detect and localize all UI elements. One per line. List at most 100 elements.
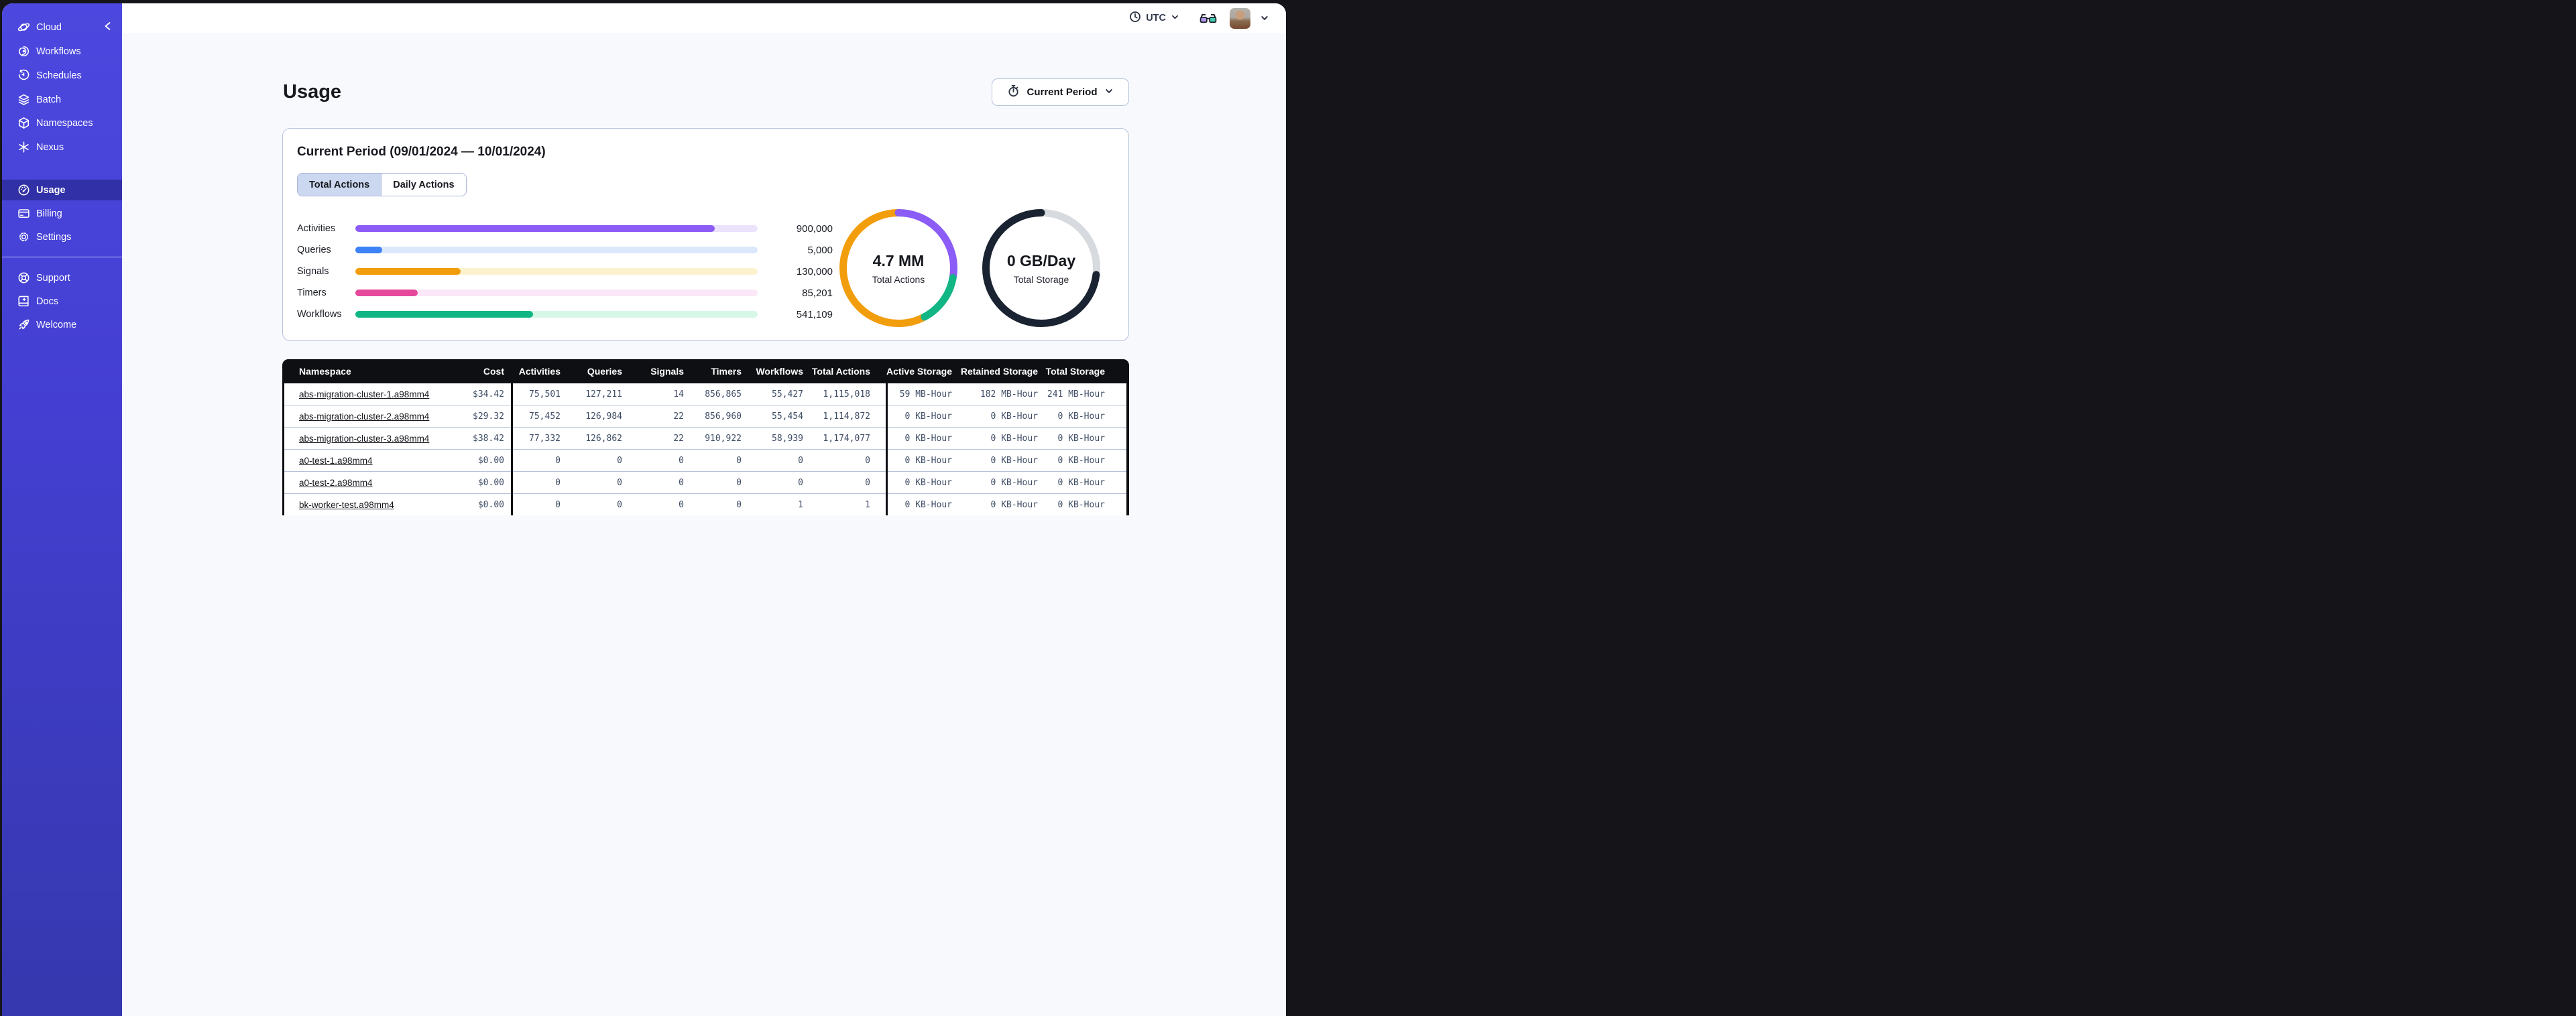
table-cell: 126,984 (585, 411, 622, 422)
column-header-queries: Queries (587, 366, 622, 377)
table-row: abs-migration-cluster-3.a98mm4 $38.42 77,3… (284, 427, 1126, 449)
table-cell: 0 (617, 499, 622, 510)
table-cell: 22 (673, 411, 684, 422)
namespace-link[interactable]: abs-migration-cluster-3.a98mm4 (299, 434, 429, 444)
actions-tab-group: Total Actions Daily Actions (297, 173, 467, 196)
bar-track (355, 225, 758, 232)
bar-row-activities: Activities 900,000 (297, 218, 833, 239)
sidebar-item-label: Schedules (36, 70, 82, 81)
table-cell: 0 (617, 455, 622, 466)
sidebar-item-billing[interactable]: Billing (2, 203, 122, 224)
table-vertical-divider (511, 383, 513, 515)
table-cell: 0 (617, 477, 622, 488)
sidebar-item-label: Workflows (36, 46, 81, 57)
sidebar-item-docs[interactable]: Docs (2, 291, 122, 312)
namespace-link[interactable]: abs-migration-cluster-2.a98mm4 (299, 411, 429, 422)
namespace-link[interactable]: a0-test-1.a98mm4 (299, 456, 373, 466)
table-row: bk-worker-test.a98mm4 $0.00 0 0 0 0 1 1 0 KB-Hou… (284, 493, 1126, 515)
top-bar: UTC (122, 3, 1286, 34)
namespace-cell: bk-worker-test.a98mm4 (284, 500, 437, 510)
donut-label: Total Storage (1013, 273, 1069, 285)
table-cell: 241 MB-Hour (1047, 389, 1105, 399)
sidebar-item-nexus[interactable]: Nexus (2, 137, 122, 157)
bar-value: 130,000 (796, 265, 833, 277)
sidebar-item-settings[interactable]: Settings (2, 227, 122, 247)
table-row: abs-migration-cluster-2.a98mm4 $29.32 75,4… (284, 405, 1126, 427)
tab-daily-actions[interactable]: Daily Actions (381, 174, 466, 196)
sidebar-item-label: Namespaces (36, 117, 93, 129)
bar-value: 900,000 (796, 223, 833, 235)
table-cell: 127,211 (585, 389, 622, 399)
table-cell: 0 (555, 499, 561, 510)
table-cell: 0 KB-Hour (904, 433, 952, 444)
table-cell: 126,862 (585, 433, 622, 444)
donut-value: 0 GB/Day (1006, 251, 1076, 269)
user-avatar[interactable] (1230, 7, 1250, 29)
namespace-link[interactable]: bk-worker-test.a98mm4 (299, 500, 394, 510)
sidebar-item-label: Nexus (36, 141, 64, 153)
bar-track (355, 247, 758, 253)
billing-icon (17, 207, 30, 220)
namespace-cell: a0-test-1.a98mm4 (284, 456, 437, 466)
tab-total-actions[interactable]: Total Actions (298, 174, 382, 196)
glasses-icon[interactable] (1199, 13, 1217, 24)
sidebar-item-label: Docs (36, 296, 59, 307)
table-cell: 0 (736, 499, 742, 510)
column-header-active-storage: Active Storage (886, 366, 952, 377)
table-cell: 0 KB-Hour (904, 411, 952, 422)
table-cell: 0 (865, 477, 870, 488)
table-cell: 0 (798, 455, 803, 466)
sidebar-item-support[interactable]: Support (2, 267, 122, 288)
docs-icon (17, 295, 30, 308)
table-cell: 55,454 (772, 411, 803, 422)
timezone-selector[interactable]: UTC (1129, 11, 1179, 25)
settings-icon (17, 231, 30, 243)
donut-label: Total Actions (872, 273, 925, 285)
bar-label: Queries (297, 245, 331, 255)
table-cell: 58,939 (772, 433, 803, 444)
table-cell: 75,452 (529, 411, 561, 422)
namespace-link[interactable]: a0-test-2.a98mm4 (299, 478, 373, 488)
bar-track (355, 311, 758, 318)
app-window: Cloud Workflows Schedules Batch Namespac… (2, 3, 1286, 1016)
sidebar-item-schedules[interactable]: Schedules (2, 65, 122, 86)
sidebar-item-workflows[interactable]: Workflows (2, 41, 122, 62)
table-cell: $34.42 (473, 389, 504, 399)
table-cell: 0 KB-Hour (990, 411, 1038, 422)
sidebar-item-usage[interactable]: Usage (2, 180, 122, 200)
table-cell: 0 KB-Hour (1057, 433, 1105, 444)
period-selector-button[interactable]: Current Period (992, 78, 1129, 106)
table-cell: 0 (736, 477, 742, 488)
table-cell: 0 KB-Hour (1057, 455, 1105, 466)
sidebar-item-welcome[interactable]: Welcome (2, 314, 122, 335)
namespace-link[interactable]: abs-migration-cluster-1.a98mm4 (299, 389, 429, 399)
table-cell: 0 KB-Hour (1057, 499, 1105, 510)
sidebar-item-batch[interactable]: Batch (2, 89, 122, 110)
table-cell: 0 KB-Hour (904, 455, 952, 466)
clock-icon (1129, 11, 1141, 25)
chevron-down-icon (1171, 13, 1179, 24)
table-cell: 0 (798, 477, 803, 488)
table-cell: $38.42 (473, 433, 504, 444)
column-header-timers: Timers (711, 366, 742, 377)
table-cell: 856,960 (705, 411, 742, 422)
column-header-total-storage: Total Storage (1045, 366, 1105, 377)
account-menu-chevron-icon[interactable] (1260, 13, 1269, 23)
bar-label: Activities (297, 223, 336, 234)
table-cell: 910,922 (705, 433, 742, 444)
table-row: abs-migration-cluster-1.a98mm4 $34.42 75,5… (284, 383, 1126, 405)
nexus-icon (17, 141, 30, 153)
sidebar-item-namespaces[interactable]: Namespaces (2, 113, 122, 133)
bar-value: 85,201 (802, 287, 833, 299)
period-selector-label: Current Period (1027, 86, 1098, 98)
table-cell: 0 (736, 455, 742, 466)
sidebar-collapse-chevron-icon[interactable] (103, 21, 113, 31)
bar-fill (355, 247, 383, 253)
table-cell: $0.00 (477, 499, 504, 510)
cloud-orbit-icon (17, 21, 30, 34)
table-cell: 0 KB-Hour (1057, 411, 1105, 422)
column-header-workflows: Workflows (756, 366, 803, 377)
usage-summary-card: Current Period (09/01/2024 — 10/01/2024)… (282, 128, 1129, 341)
total-actions-donut: 4.7 MM Total Actions (839, 209, 957, 327)
table-row: a0-test-2.a98mm4 $0.00 0 0 0 0 0 0 0 KB-Hour 0 KB… (284, 471, 1126, 493)
